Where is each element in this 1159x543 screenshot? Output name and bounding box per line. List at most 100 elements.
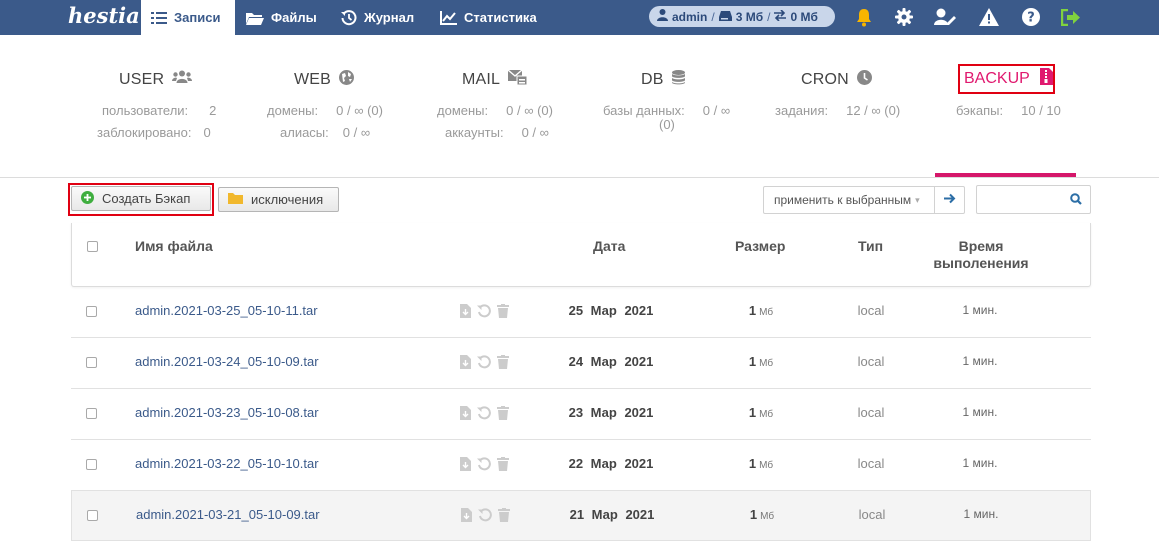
trash-icon[interactable] bbox=[497, 355, 509, 372]
bandwidth-usage: 0 Мб bbox=[790, 9, 818, 24]
disk-usage: 3 Мб bbox=[735, 9, 764, 24]
user-edit-icon[interactable] bbox=[933, 6, 957, 28]
stat-web-label: WEB bbox=[294, 71, 332, 88]
nav-files-label: Файлы bbox=[271, 10, 317, 25]
warning-icon[interactable] bbox=[978, 6, 1000, 28]
stat-web-title[interactable]: WEB bbox=[294, 70, 355, 90]
row-exec-time: 1 мин. bbox=[962, 456, 998, 470]
row-type: local bbox=[857, 303, 885, 318]
search-icon[interactable] bbox=[1070, 193, 1082, 208]
backup-file-link[interactable]: admin.2021-03-24_05-10-09.tar bbox=[135, 354, 319, 369]
table-row[interactable]: admin.2021-03-22_05-10-10.tar 22 Мар 202… bbox=[71, 440, 1091, 491]
backup-file-link[interactable]: admin.2021-03-22_05-10-10.tar bbox=[135, 456, 319, 471]
row-date: 22 Мар 2021 bbox=[568, 456, 654, 471]
nav-records[interactable]: Записи bbox=[141, 0, 235, 35]
pill-separator: / bbox=[711, 9, 715, 24]
gear-icon[interactable] bbox=[893, 6, 915, 28]
trash-icon[interactable] bbox=[498, 508, 510, 525]
row-checkbox[interactable] bbox=[86, 459, 97, 470]
globe-icon bbox=[339, 70, 355, 90]
stat-db-title[interactable]: DB bbox=[641, 70, 685, 90]
bulk-action-label: применить к выбранным bbox=[774, 193, 912, 207]
trash-icon[interactable] bbox=[497, 406, 509, 423]
backup-file-link[interactable]: admin.2021-03-23_05-10-08.tar bbox=[135, 405, 319, 420]
stat-mail-line-2: аккаунты: 0 / ∞ bbox=[445, 125, 549, 140]
stat-backup-title[interactable]: BACKUP bbox=[958, 64, 1055, 94]
col-date[interactable]: Дата bbox=[593, 238, 625, 254]
table-row[interactable]: admin.2021-03-24_05-10-09.tar 24 Мар 202… bbox=[71, 338, 1091, 389]
download-icon[interactable] bbox=[460, 406, 471, 423]
restore-icon[interactable] bbox=[477, 355, 491, 372]
hestia-logo[interactable]: hestia bbox=[68, 3, 140, 31]
row-type: local bbox=[857, 354, 885, 369]
table-row[interactable]: admin.2021-03-23_05-10-08.tar 23 Мар 202… bbox=[71, 389, 1091, 440]
stat-cron-title[interactable]: CRON bbox=[801, 70, 872, 90]
row-exec-time: 1 мин. bbox=[962, 303, 998, 317]
backup-file-link[interactable]: admin.2021-03-25_05-10-11.tar bbox=[135, 303, 318, 318]
nav-log-label: Журнал bbox=[364, 10, 415, 25]
stat-mail-title[interactable]: MAIL bbox=[462, 69, 528, 90]
nav-log[interactable]: Журнал bbox=[341, 0, 414, 35]
col-exec-time-line2: выполенения bbox=[933, 255, 1029, 271]
nav-stats[interactable]: Статистика bbox=[440, 0, 537, 35]
stat-mail-line-1: домены: 0 / ∞ (0) bbox=[437, 103, 553, 118]
bandwidth-icon bbox=[774, 8, 787, 24]
row-actions bbox=[460, 406, 509, 423]
clock-icon bbox=[856, 70, 872, 90]
stat-cron-line-1: задания: 12 / ∞ (0) bbox=[775, 103, 901, 118]
apply-bulk-button[interactable] bbox=[934, 187, 964, 213]
download-icon[interactable] bbox=[460, 355, 471, 372]
col-size[interactable]: Размер bbox=[735, 238, 785, 254]
trash-icon[interactable] bbox=[497, 457, 509, 474]
row-actions bbox=[460, 304, 509, 321]
row-size: 1 Мб bbox=[748, 354, 774, 369]
arrow-right-icon bbox=[943, 193, 956, 207]
restore-icon[interactable] bbox=[478, 508, 492, 525]
stat-backup-line-1: бэкапы: 10 / 10 bbox=[956, 103, 1061, 118]
col-exec-time[interactable]: Время выполенения bbox=[930, 238, 1032, 272]
row-date: 24 Мар 2021 bbox=[568, 354, 654, 369]
row-type: local bbox=[857, 456, 885, 471]
table-row[interactable]: admin.2021-03-21_05-10-09.tar 21 Мар 202… bbox=[71, 490, 1091, 541]
download-icon[interactable] bbox=[461, 508, 472, 525]
bell-icon[interactable] bbox=[853, 6, 875, 28]
stat-web-line-1: домены: 0 / ∞ (0) bbox=[267, 103, 383, 118]
nav-records-label: Записи bbox=[174, 10, 221, 25]
row-date: 23 Мар 2021 bbox=[568, 405, 654, 420]
row-type: local bbox=[858, 507, 886, 522]
trash-icon[interactable] bbox=[497, 304, 509, 321]
restore-icon[interactable] bbox=[477, 304, 491, 321]
col-filename[interactable]: Имя файла bbox=[135, 238, 213, 254]
stat-user-label: USER bbox=[119, 70, 165, 88]
select-all-checkbox[interactable] bbox=[87, 241, 98, 252]
table-row[interactable]: admin.2021-03-25_05-10-11.tar 25 Мар 202… bbox=[71, 287, 1091, 338]
row-type: local bbox=[857, 405, 885, 420]
stat-user-title[interactable]: USER bbox=[119, 70, 193, 89]
nav-files[interactable]: Файлы bbox=[246, 0, 317, 35]
backup-file-link[interactable]: admin.2021-03-21_05-10-09.tar bbox=[136, 507, 320, 522]
download-icon[interactable] bbox=[460, 457, 471, 474]
row-date: 25 Мар 2021 bbox=[568, 303, 654, 318]
user-quota-pill[interactable]: admin / 3 Мб / 0 Мб bbox=[649, 6, 835, 27]
row-exec-time: 1 мин. bbox=[962, 354, 998, 368]
row-exec-time: 1 мин. bbox=[963, 507, 999, 521]
exclusions-button[interactable]: исключения bbox=[218, 187, 339, 212]
search-input[interactable] bbox=[976, 185, 1091, 214]
bulk-action-select[interactable]: применить к выбранным ▾ bbox=[763, 186, 965, 214]
restore-icon[interactable] bbox=[477, 406, 491, 423]
col-type[interactable]: Тип bbox=[858, 238, 883, 254]
table-header: Имя файла Дата Размер Тип Время выполене… bbox=[71, 223, 1091, 287]
plus-circle-icon bbox=[81, 190, 94, 207]
row-checkbox[interactable] bbox=[87, 510, 98, 521]
stat-db-line-2: (0) bbox=[659, 117, 675, 132]
stat-user-line-1: пользователи: 2 bbox=[102, 103, 217, 118]
file-archive-icon bbox=[1039, 68, 1053, 90]
download-icon[interactable] bbox=[460, 304, 471, 321]
help-icon[interactable]: ? bbox=[1020, 6, 1042, 28]
row-checkbox[interactable] bbox=[86, 357, 97, 368]
row-checkbox[interactable] bbox=[86, 408, 97, 419]
row-checkbox[interactable] bbox=[86, 306, 97, 317]
create-backup-button[interactable]: Создать Бэкап bbox=[71, 186, 211, 211]
logout-icon[interactable] bbox=[1060, 6, 1082, 28]
restore-icon[interactable] bbox=[477, 457, 491, 474]
